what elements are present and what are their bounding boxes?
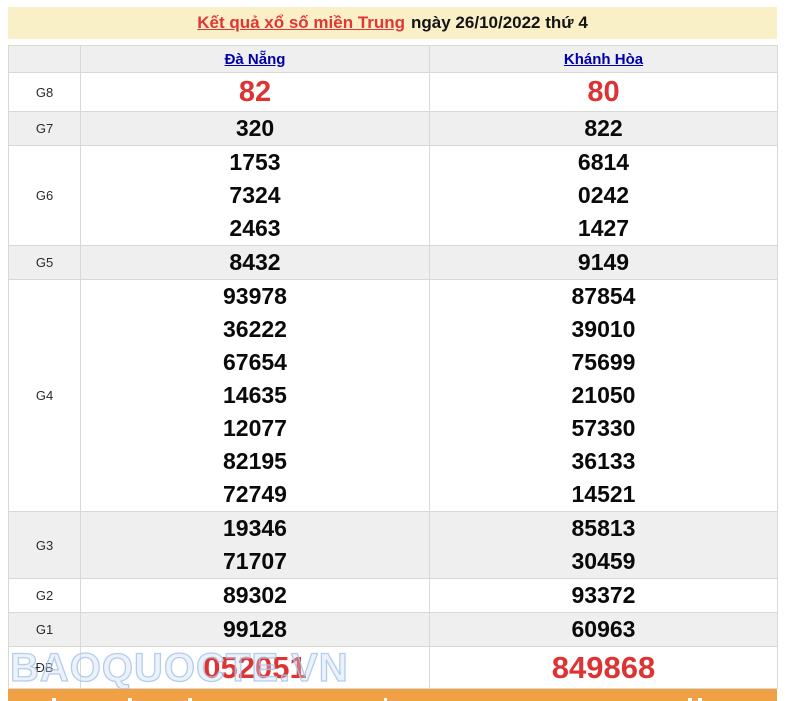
da-nang-link[interactable]: Đà Nẵng (225, 51, 286, 68)
prize-number: 12077 (81, 412, 429, 445)
header-row: Đà Nẵng Khánh Hòa (9, 46, 778, 73)
prize-number: 72749 (81, 478, 429, 511)
prize-cell-khanh-hoa: 9149 (430, 246, 778, 280)
prize-number: 36133 (430, 445, 777, 478)
prize-number: 85813 (430, 512, 777, 545)
prize-number: 71707 (81, 545, 429, 578)
prize-cell-da-nang: 82 (81, 73, 430, 112)
prize-number: 57330 (430, 412, 777, 445)
prize-number: 87854 (430, 280, 777, 313)
prize-number: 14521 (430, 478, 777, 511)
prize-cell-khanh-hoa: 681402421427 (430, 146, 778, 246)
prize-number: 80 (430, 73, 777, 111)
prize-number: 19346 (81, 512, 429, 545)
prize-label: G3 (9, 512, 81, 579)
prize-number: 0242 (430, 179, 777, 212)
title-date: ngày 26/10/2022 thứ 4 (411, 13, 588, 33)
header-empty-cell (9, 46, 81, 73)
prize-number: 320 (81, 112, 429, 145)
prize-cell-da-nang: 1934671707 (81, 512, 430, 579)
prize-number: 052051 (81, 647, 429, 688)
prize-number: 6814 (430, 146, 777, 179)
prize-number: 93372 (430, 579, 777, 612)
prize-number: 82195 (81, 445, 429, 478)
prize-row: G493978362226765414635120778219572749878… (9, 280, 778, 512)
prize-number: 36222 (81, 313, 429, 346)
prize-number: 1753 (81, 146, 429, 179)
prize-label: G6 (9, 146, 81, 246)
prize-number: 14635 (81, 379, 429, 412)
prize-cell-khanh-hoa: 60963 (430, 613, 778, 647)
prize-number: 9149 (430, 246, 777, 279)
prize-label: G7 (9, 112, 81, 146)
prize-number: 7324 (81, 179, 429, 212)
prize-number: 60963 (430, 613, 777, 646)
prize-number: 67654 (81, 346, 429, 379)
prize-cell-khanh-hoa: 93372 (430, 579, 778, 613)
prize-cell-da-nang: 052051 (81, 647, 430, 689)
prize-number: 93978 (81, 280, 429, 313)
prize-number: 99128 (81, 613, 429, 646)
prize-row: G6175373242463681402421427 (9, 146, 778, 246)
prize-label: G1 (9, 613, 81, 647)
prize-row: G319346717078581330459 (9, 512, 778, 579)
prize-cell-khanh-hoa: 822 (430, 112, 778, 146)
prize-number: 39010 (430, 313, 777, 346)
prize-number: 1427 (430, 212, 777, 245)
prize-label: G5 (9, 246, 81, 280)
prize-row: G28930293372 (9, 579, 778, 613)
prize-number: 2463 (81, 212, 429, 245)
prize-cell-da-nang: 99128 (81, 613, 430, 647)
prize-number: 89302 (81, 579, 429, 612)
prize-number: 82 (81, 73, 429, 111)
results-table: Đà Nẵng Khánh Hòa G88280G7320822G6175373… (8, 45, 778, 689)
prize-cell-khanh-hoa: 849868 (430, 647, 778, 689)
prize-row: G584329149 (9, 246, 778, 280)
prize-cell-da-nang: 8432 (81, 246, 430, 280)
prize-number: 21050 (430, 379, 777, 412)
prize-row: ĐB052051849868 (9, 647, 778, 689)
prize-cell-da-nang: 93978362226765414635120778219572749 (81, 280, 430, 512)
title-link[interactable]: Kết quả xổ số miền Trung (197, 13, 405, 33)
prize-cell-da-nang: 175373242463 (81, 146, 430, 246)
lottery-results-page: Kết quả xổ số miền Trung ngày 26/10/2022… (0, 0, 785, 701)
prize-cell-khanh-hoa: 80 (430, 73, 778, 112)
header-da-nang: Đà Nẵng (81, 46, 430, 73)
prize-label: G2 (9, 579, 81, 613)
prize-number: 822 (430, 112, 777, 145)
prize-number: 75699 (430, 346, 777, 379)
prize-label: G4 (9, 280, 81, 512)
prize-row: G7320822 (9, 112, 778, 146)
prize-cell-da-nang: 89302 (81, 579, 430, 613)
khanh-hoa-link[interactable]: Khánh Hòa (564, 51, 643, 68)
prize-number: 8432 (81, 246, 429, 279)
prize-cell-da-nang: 320 (81, 112, 430, 146)
page-title: Kết quả xổ số miền Trung ngày 26/10/2022… (8, 7, 777, 39)
prize-cell-khanh-hoa: 87854390107569921050573303613314521 (430, 280, 778, 512)
prize-label: ĐB (9, 647, 81, 689)
prize-label: G8 (9, 73, 81, 112)
bottom-orange-bar (8, 689, 777, 701)
header-khanh-hoa: Khánh Hòa (430, 46, 778, 73)
prize-cell-khanh-hoa: 8581330459 (430, 512, 778, 579)
prize-number: 849868 (430, 647, 777, 688)
prize-number: 30459 (430, 545, 777, 578)
prize-row: G88280 (9, 73, 778, 112)
prize-row: G19912860963 (9, 613, 778, 647)
